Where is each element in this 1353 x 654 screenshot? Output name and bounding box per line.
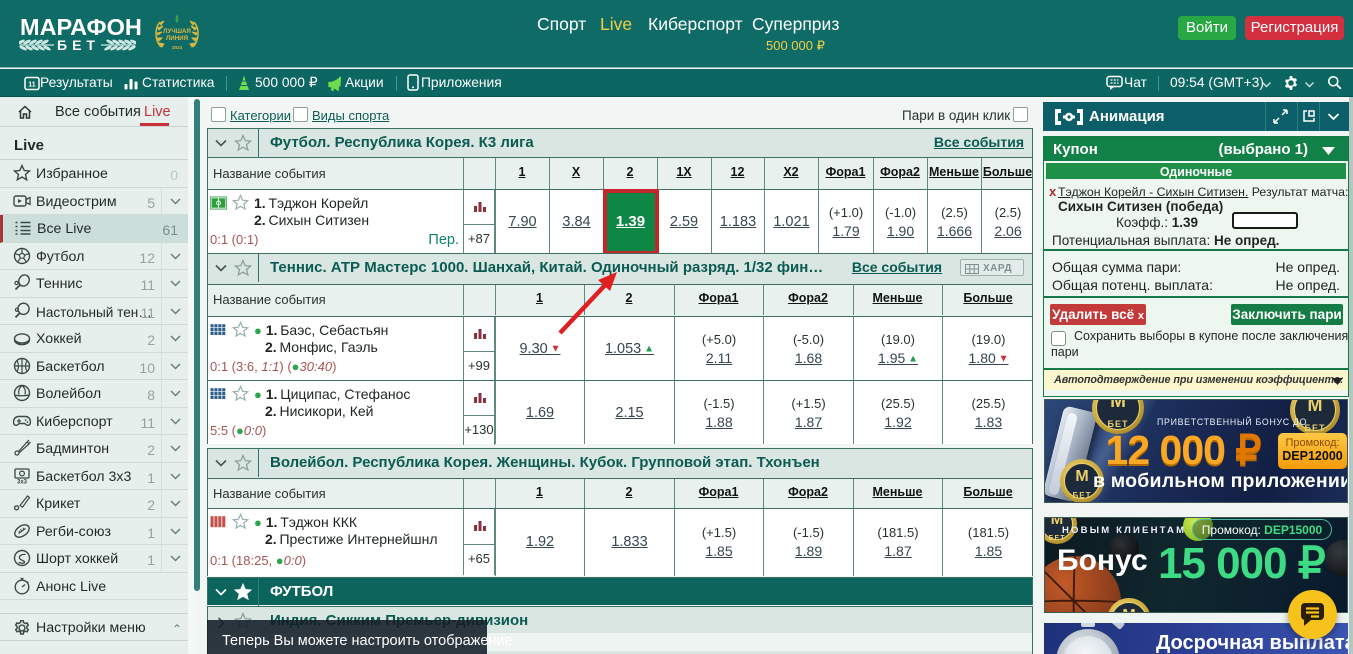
- svg-text:3x3: 3x3: [17, 480, 28, 486]
- svg-text:ЛУЧШАЯ: ЛУЧШАЯ: [163, 28, 191, 35]
- svg-text:11: 11: [28, 82, 36, 89]
- svg-text:ЛИНИЯ: ЛИНИЯ: [166, 35, 189, 42]
- svg-text:2024: 2024: [172, 45, 183, 50]
